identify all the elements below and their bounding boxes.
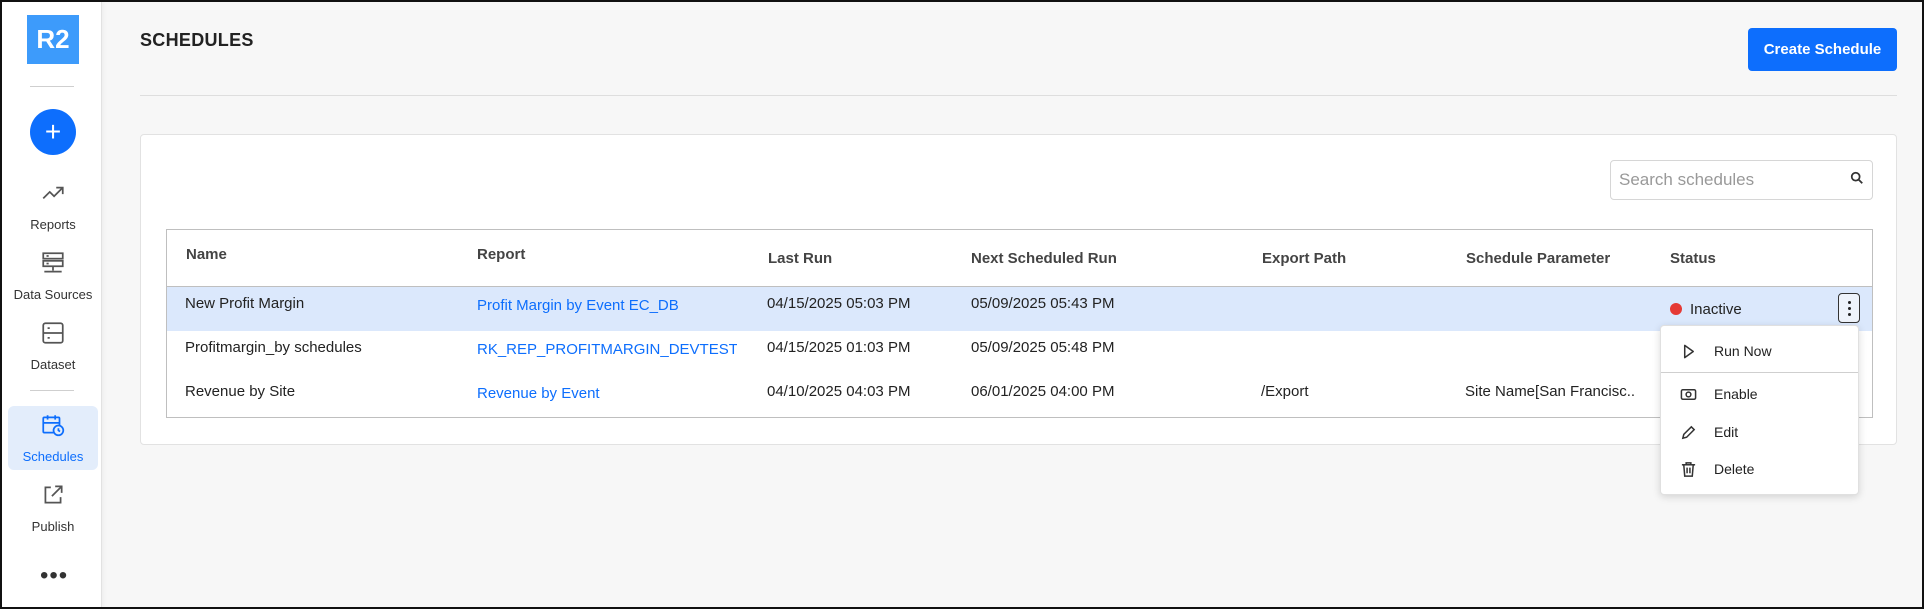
cell-last-run: 04/15/2025 05:03 PM	[767, 294, 911, 312]
sidebar-item-label: Dataset	[30, 357, 76, 372]
cell-schedule-parameter	[1465, 325, 1645, 369]
dataset-icon	[42, 322, 64, 344]
sidebar-item-publish[interactable]: Publish	[8, 476, 98, 540]
cell-name: Revenue by Site	[185, 382, 296, 400]
search-input[interactable]	[1619, 170, 1850, 190]
menu-item-edit[interactable]: Edit	[1661, 415, 1858, 449]
sidebar-item-data-sources[interactable]: Data Sources	[8, 244, 98, 308]
table-header: Name Report Last Run Next Scheduled Run …	[167, 230, 1872, 287]
cell-next-run: 06/01/2025 04:00 PM	[971, 382, 1115, 400]
app-logo[interactable]: R2	[27, 15, 79, 64]
server-icon	[42, 252, 64, 273]
cell-next-run: 05/09/2025 05:43 PM	[971, 294, 1115, 312]
header-divider	[140, 95, 1897, 96]
sidebar-item-schedules[interactable]: Schedules	[8, 406, 98, 470]
cell-name: Profitmargin_by schedules	[185, 338, 362, 356]
enable-icon	[1679, 385, 1697, 403]
pencil-icon	[1679, 423, 1697, 441]
add-button[interactable]: +	[30, 109, 76, 155]
search-box[interactable]	[1610, 160, 1873, 200]
cell-last-run: 04/15/2025 01:03 PM	[767, 338, 911, 356]
cell-export-path	[1261, 281, 1441, 325]
menu-item-label: Enable	[1714, 386, 1758, 402]
column-header-name[interactable]: Name	[186, 226, 227, 283]
menu-divider	[1661, 372, 1858, 373]
column-header-export-path[interactable]: Export Path	[1262, 230, 1346, 287]
row-actions-menu: Run Now Enable Edit Delete	[1660, 325, 1859, 495]
column-header-next-run[interactable]: Next Scheduled Run	[971, 230, 1117, 287]
menu-item-label: Run Now	[1714, 343, 1772, 359]
trend-icon	[42, 186, 64, 200]
kebab-dot	[1847, 300, 1851, 304]
kebab-dot	[1847, 312, 1851, 316]
column-header-last-run[interactable]: Last Run	[768, 230, 832, 287]
menu-item-enable[interactable]: Enable	[1661, 377, 1858, 411]
sidebar-item-label: Data Sources	[13, 287, 93, 302]
cell-export-path	[1261, 325, 1441, 369]
play-icon	[1679, 342, 1697, 360]
cell-export-path: /Export	[1261, 382, 1309, 400]
menu-item-delete[interactable]: Delete	[1661, 452, 1858, 486]
page-title: SCHEDULES	[140, 30, 254, 50]
kebab-dot	[1847, 306, 1851, 310]
schedules-card: Name Report Last Run Next Scheduled Run …	[140, 134, 1897, 445]
report-link[interactable]: Profit Margin by Event EC_DB	[477, 281, 737, 325]
sidebar-item-label: Publish	[31, 519, 75, 534]
row-actions-button[interactable]	[1838, 293, 1860, 323]
column-header-schedule-parameter[interactable]: Schedule Parameter	[1466, 230, 1610, 287]
report-link[interactable]: RK_REP_PROFITMARGIN_DEVTEST - ...	[477, 325, 737, 369]
sidebar-divider	[30, 390, 74, 391]
column-header-report[interactable]: Report	[477, 226, 525, 283]
sidebar-item-dataset[interactable]: Dataset	[8, 314, 98, 378]
schedules-table: Name Report Last Run Next Scheduled Run …	[166, 229, 1873, 418]
report-link[interactable]: Revenue by Event	[477, 369, 737, 413]
column-header-status[interactable]: Status	[1670, 230, 1716, 287]
menu-item-run-now[interactable]: Run Now	[1661, 334, 1858, 368]
sidebar: R2 + Reports Data Sources Dataset Schedu…	[2, 2, 102, 607]
menu-item-label: Delete	[1714, 461, 1755, 477]
status-dot-icon	[1670, 303, 1682, 315]
cell-name: New Profit Margin	[185, 294, 305, 312]
sidebar-item-label: Schedules	[22, 449, 84, 464]
menu-item-label: Edit	[1714, 424, 1739, 440]
table-row[interactable]: Revenue by Site Revenue by Event 04/10/2…	[167, 375, 1872, 419]
share-icon	[44, 485, 63, 504]
calendar-clock-icon	[42, 415, 65, 437]
search-icon[interactable]	[1850, 171, 1864, 190]
cell-schedule-parameter	[1465, 281, 1645, 325]
more-icon[interactable]: •••	[40, 564, 68, 588]
sidebar-item-label: Reports	[30, 217, 76, 232]
status-badge: Inactive	[1690, 300, 1742, 318]
create-schedule-button[interactable]: Create Schedule	[1748, 28, 1897, 71]
trash-icon	[1679, 460, 1697, 478]
cell-schedule-parameter: Site Name[San Francisc...	[1465, 382, 1635, 400]
sidebar-item-reports[interactable]: Reports	[8, 174, 98, 238]
cell-next-run: 05/09/2025 05:48 PM	[971, 338, 1115, 356]
sidebar-divider	[30, 86, 74, 87]
cell-last-run: 04/10/2025 04:03 PM	[767, 382, 911, 400]
